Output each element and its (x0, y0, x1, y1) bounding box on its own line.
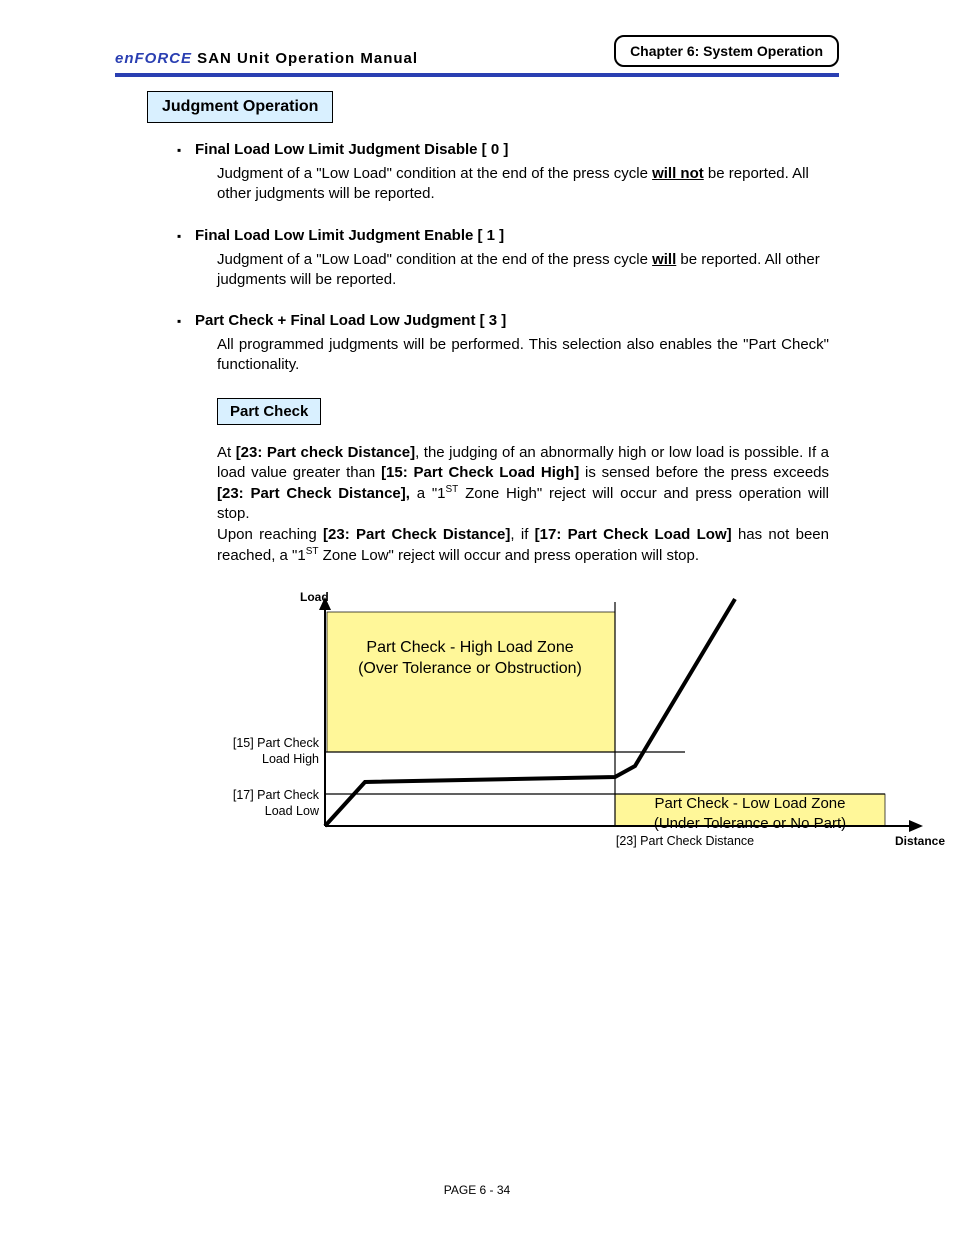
bullet-body-0: Judgment of a "Low Load" condition at th… (217, 164, 829, 205)
y-axis-label: Load (300, 590, 329, 604)
header-rule (115, 73, 839, 77)
y-tick-0-line2: Load High (262, 752, 319, 766)
bullet-title-0: Final Load Low Limit Judgment Disable [ … (195, 141, 829, 158)
bullet-title-2: Part Check + Final Load Low Judgment [ 3… (195, 312, 829, 329)
zone-high-sub: (Over Tolerance or Obstruction) (358, 660, 582, 677)
manual-title: enFORCE SAN Unit Operation Manual (115, 50, 418, 67)
brand-logo: enFORCE (115, 50, 192, 67)
y-tick-1-line2: Load Low (265, 804, 319, 818)
bullet-title-1: Final Load Low Limit Judgment Enable [ 1… (195, 227, 829, 244)
y-tick-1-line1: [17] Part Check (233, 788, 319, 802)
manual-title-text: SAN Unit Operation Manual (192, 50, 418, 67)
bullet-body-2: All programmed judgments will be perform… (217, 335, 829, 376)
section-title-box: Judgment Operation (147, 91, 333, 123)
x-axis-label: Distance (895, 834, 945, 848)
part-check-diagram: Load Distance [15] Part Check Load High … (195, 594, 935, 864)
y-tick-0-line1: [15] Part Check (233, 736, 319, 750)
bullet-body-1: Judgment of a "Low Load" condition at th… (217, 250, 829, 291)
page-number: PAGE 6 - 34 (0, 1183, 954, 1197)
sub-section-title-box: Part Check (217, 398, 321, 425)
zone-high-title: Part Check - High Load Zone (366, 639, 573, 656)
zone-low-title: Part Check - Low Load Zone (655, 795, 846, 812)
zone-low-sub: (Under Tolerance or No Part) (654, 815, 846, 832)
chapter-box: Chapter 6: System Operation (614, 35, 839, 67)
x-tick-0: [23] Part Check Distance (595, 834, 775, 848)
part-check-description: At [23: Part check Distance], the judgin… (217, 443, 829, 567)
